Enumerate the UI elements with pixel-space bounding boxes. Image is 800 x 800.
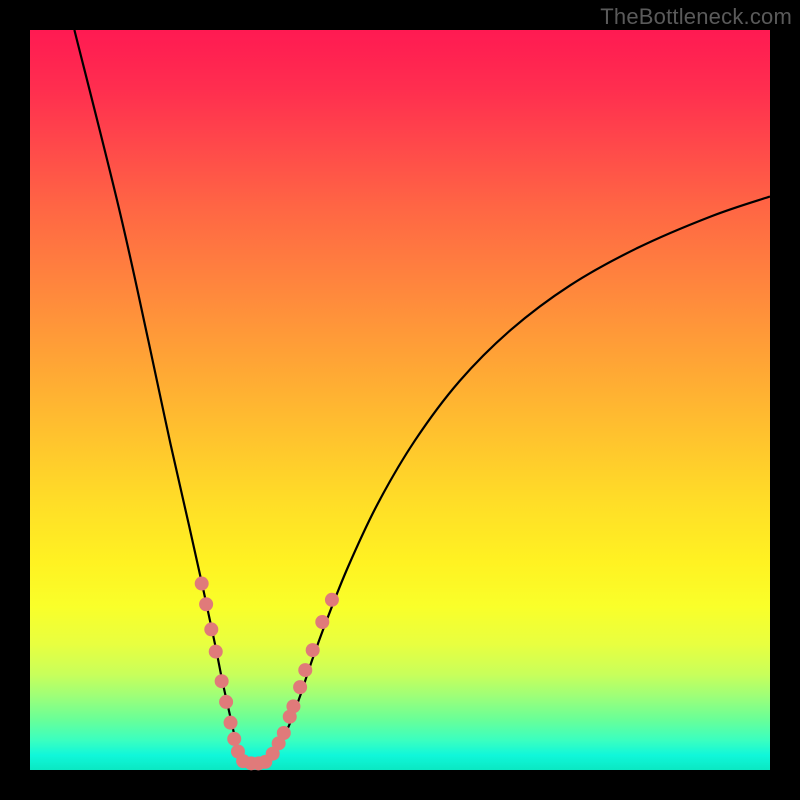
- bottleneck-curve: [74, 30, 770, 764]
- data-marker: [298, 663, 312, 677]
- data-marker: [286, 699, 300, 713]
- marker-group: [195, 577, 339, 771]
- data-marker: [325, 593, 339, 607]
- data-marker: [209, 645, 223, 659]
- data-marker: [277, 726, 291, 740]
- data-marker: [219, 695, 233, 709]
- data-marker: [315, 615, 329, 629]
- curve-layer: [30, 30, 770, 770]
- data-marker: [224, 716, 238, 730]
- chart-container: TheBottleneck.com: [0, 0, 800, 800]
- data-marker: [227, 732, 241, 746]
- plot-area: [30, 30, 770, 770]
- data-marker: [215, 674, 229, 688]
- data-marker: [204, 622, 218, 636]
- data-marker: [195, 577, 209, 591]
- data-marker: [293, 680, 307, 694]
- watermark-text: TheBottleneck.com: [600, 4, 792, 30]
- data-marker: [306, 643, 320, 657]
- data-marker: [199, 597, 213, 611]
